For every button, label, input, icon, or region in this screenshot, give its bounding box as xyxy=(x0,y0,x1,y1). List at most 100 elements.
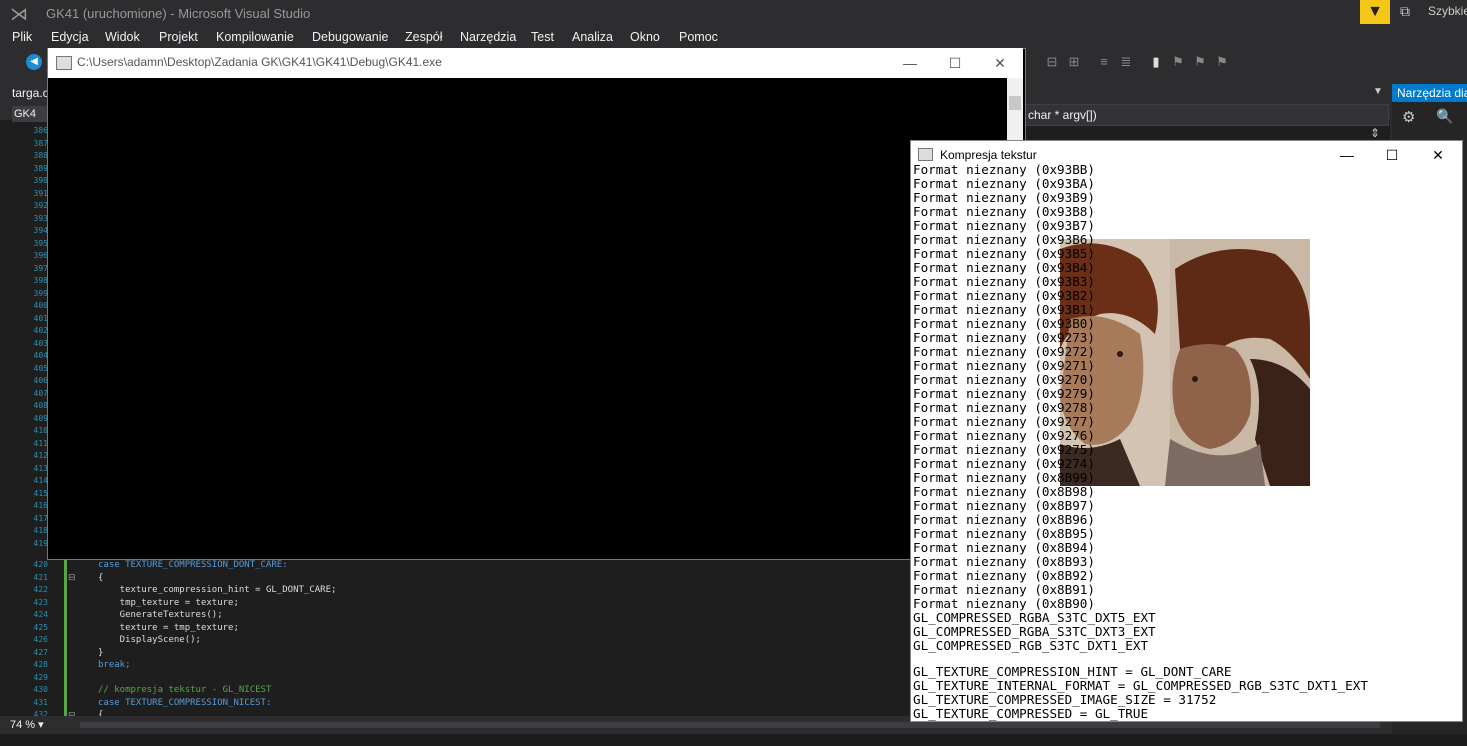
line-number: 420 xyxy=(33,560,48,569)
console-maximize-button[interactable]: ☐ xyxy=(932,48,978,78)
uncomment-icon[interactable]: ⊞ xyxy=(1066,54,1082,70)
menu-zespol[interactable]: Zespół xyxy=(405,30,443,44)
line-number: 411 xyxy=(33,438,48,448)
line-number: 414 xyxy=(33,476,48,485)
gear-icon[interactable]: ⚙ xyxy=(1402,108,1415,126)
format-line: GL_COMPRESSED_RGB_S3TC_DXT1_EXT xyxy=(913,638,1149,653)
code-line[interactable]: tmp_texture = texture; xyxy=(98,598,239,608)
menu-edycja[interactable]: Edycja xyxy=(51,30,89,44)
line-number: 390 xyxy=(33,176,48,185)
line-number: 428 xyxy=(33,660,48,669)
console-title: C:\Users\adamn\Desktop\Zadania GK\GK41\G… xyxy=(77,55,442,69)
console-minimize-button[interactable]: — xyxy=(887,48,933,78)
code-line[interactable]: // kompresja tekstur - GL_NICEST xyxy=(98,685,271,695)
line-number: 401 xyxy=(33,313,48,323)
console-scroll-thumb[interactable] xyxy=(1009,96,1021,110)
outdent-icon[interactable]: ≣ xyxy=(1118,54,1134,70)
code-line[interactable]: break; xyxy=(98,660,131,670)
quick-launch-input[interactable]: Szybkie xyxy=(1428,4,1467,18)
window-title: GK41 (uruchomione) - Microsoft Visual St… xyxy=(46,6,311,21)
next-bookmark-icon[interactable]: ⚑ xyxy=(1192,54,1208,70)
code-line[interactable]: texture = tmp_texture; xyxy=(98,623,239,633)
format-line: Format nieznany (0x93B6) xyxy=(913,232,1095,247)
texture-minimize-button[interactable]: — xyxy=(1324,140,1370,170)
line-number: 423 xyxy=(33,597,48,607)
code-line[interactable]: { xyxy=(98,573,103,583)
menu-kompilowanie[interactable]: Kompilowanie xyxy=(216,30,294,44)
feedback-icon[interactable]: ⧉ xyxy=(1400,3,1420,23)
texture-window-title: Kompresja tekstur xyxy=(940,148,1037,162)
format-line: Format nieznany (0x9277) xyxy=(913,414,1095,429)
menu-okno[interactable]: Okno xyxy=(630,30,660,44)
horizontal-scrollbar[interactable] xyxy=(80,722,1380,728)
indent-icon[interactable]: ≡ xyxy=(1096,54,1112,70)
menu-test[interactable]: Test xyxy=(531,30,554,44)
format-line: Format nieznany (0x8B99) xyxy=(913,470,1095,485)
line-number: 415 xyxy=(33,488,48,498)
tab-targa[interactable]: targa.c xyxy=(12,86,49,100)
line-number: 406 xyxy=(33,376,48,385)
menu-plik[interactable]: Plik xyxy=(12,30,32,44)
tab-gk41[interactable]: GK4 xyxy=(12,106,50,122)
diagnostic-tools-title[interactable]: Narzędzia dia xyxy=(1392,84,1467,102)
clear-bookmarks-icon[interactable]: ⚑ xyxy=(1214,54,1230,70)
menu-widok[interactable]: Widok xyxy=(105,30,140,44)
zoom-icon[interactable]: 🔍 xyxy=(1436,108,1453,125)
texture-maximize-button[interactable]: ☐ xyxy=(1369,140,1415,170)
line-number: 429 xyxy=(33,672,48,682)
menu-pomoc[interactable]: Pomoc xyxy=(679,30,718,44)
line-number: 396 xyxy=(33,251,48,260)
console-close-button[interactable]: ✕ xyxy=(977,48,1023,78)
format-line: Format nieznany (0x8B92) xyxy=(913,568,1095,583)
line-number: 421 xyxy=(33,572,48,582)
format-line: Format nieznany (0x93B9) xyxy=(913,190,1095,205)
code-line[interactable]: DisplayScene(); xyxy=(98,635,201,645)
format-line: Format nieznany (0x9273) xyxy=(913,330,1095,345)
line-number: 412 xyxy=(33,451,48,460)
filter-icon[interactable]: ▼ xyxy=(1360,0,1390,24)
line-number: 430 xyxy=(33,685,48,694)
fold-toggle-icon[interactable]: ⊟ xyxy=(68,572,76,583)
line-number: 387 xyxy=(33,138,48,148)
line-number: 425 xyxy=(33,622,48,632)
line-number: 419 xyxy=(33,538,48,548)
split-editor-icon[interactable]: ⇕ xyxy=(1370,126,1380,140)
menu-debugowanie[interactable]: Debugowanie xyxy=(312,30,388,44)
code-line[interactable]: texture_compression_hint = GL_DONT_CARE; xyxy=(98,585,337,595)
format-line: Format nieznany (0x9272) xyxy=(913,344,1095,359)
line-number: 388 xyxy=(33,151,48,160)
code-line[interactable]: GenerateTextures(); xyxy=(98,610,223,620)
tabs-dropdown-icon[interactable]: ▼ xyxy=(1373,86,1383,97)
comment-icon[interactable]: ⊟ xyxy=(1044,54,1060,70)
function-dropdown[interactable]: char * argv[]) xyxy=(1024,104,1389,126)
zoom-dropdown[interactable]: 74 % ▾ xyxy=(10,718,68,732)
vs-status-bar xyxy=(0,734,1467,746)
navigate-back-icon[interactable]: ◀ xyxy=(26,54,42,70)
menu-analiza[interactable]: Analiza xyxy=(572,30,613,44)
menu-narzedzia[interactable]: Narzędzia xyxy=(460,30,516,44)
line-number: 424 xyxy=(33,610,48,619)
format-line: Format nieznany (0x93B5) xyxy=(913,246,1095,261)
bookmark-icon[interactable]: ▮ xyxy=(1148,54,1164,70)
prev-bookmark-icon[interactable]: ⚑ xyxy=(1170,54,1186,70)
format-line: Format nieznany (0x8B90) xyxy=(913,596,1095,611)
texture-window-app-icon xyxy=(918,148,933,161)
line-number: 404 xyxy=(33,351,48,360)
status-line: GL_TEXTURE_INTERNAL_FORMAT = GL_COMPRESS… xyxy=(913,678,1368,693)
code-line[interactable]: } xyxy=(98,648,103,658)
format-line: Format nieznany (0x8B98) xyxy=(913,484,1095,499)
menu-projekt[interactable]: Projekt xyxy=(159,30,198,44)
line-number: 418 xyxy=(33,526,48,535)
texture-close-button[interactable]: ✕ xyxy=(1415,140,1461,170)
code-line[interactable]: case TEXTURE_COMPRESSION_NICEST: xyxy=(98,698,271,708)
line-number: 395 xyxy=(33,238,48,248)
line-number: 416 xyxy=(33,501,48,510)
format-line: Format nieznany (0x93B1) xyxy=(913,302,1095,317)
line-number: 393 xyxy=(33,213,48,223)
format-line: Format nieznany (0x8B93) xyxy=(913,554,1095,569)
line-number: 386 xyxy=(33,126,48,135)
format-line: Format nieznany (0x93B8) xyxy=(913,204,1095,219)
line-number: 389 xyxy=(33,163,48,173)
code-line[interactable]: case TEXTURE_COMPRESSION_DONT_CARE: xyxy=(98,560,288,570)
console-window[interactable] xyxy=(47,48,1026,560)
